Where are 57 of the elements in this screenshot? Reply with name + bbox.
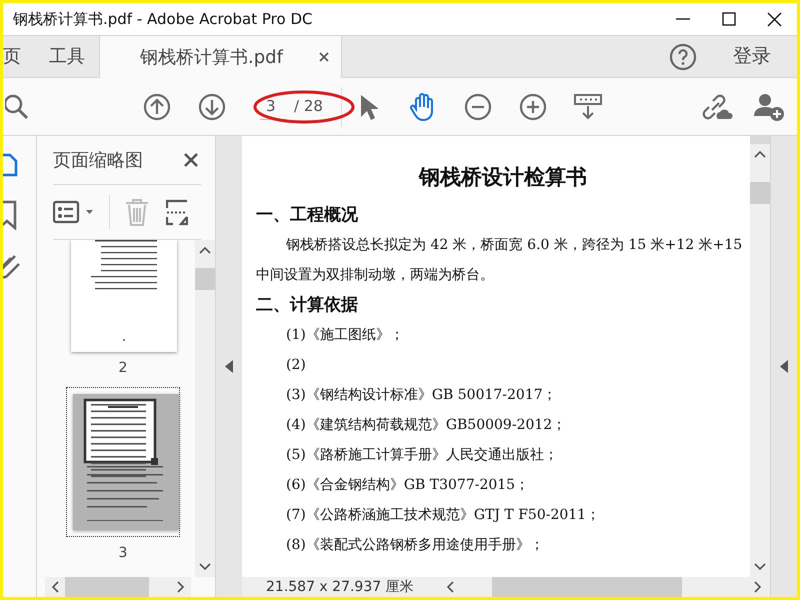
page-number-field[interactable]: 3 — [260, 94, 286, 120]
scroll-right-icon[interactable] — [754, 581, 762, 593]
page-number: 2 — [118, 359, 128, 378]
link-cloud-icon[interactable] — [701, 92, 733, 120]
maximize-icon[interactable] — [720, 10, 736, 28]
close-icon[interactable] — [766, 10, 782, 28]
scrollbar[interactable] — [195, 240, 215, 577]
scroll-left-icon[interactable] — [51, 581, 59, 593]
reference-item: (6)《合金钢结构》GB T3077-2015； — [285, 476, 530, 495]
scrollbar[interactable] — [750, 136, 770, 577]
help-icon[interactable] — [669, 42, 697, 70]
zoom-in-icon[interactable] — [518, 92, 547, 120]
collapse-arrow-icon[interactable] — [224, 360, 234, 374]
paragraph-line: 中间设置为双排制动墩，两端为桥台。 — [256, 266, 495, 285]
collapse-arrow-icon[interactable] — [779, 360, 789, 374]
tab[interactable]: 工具 — [35, 36, 99, 77]
section-heading: 二、计算依据 — [256, 294, 359, 317]
scroll-left-icon[interactable] — [446, 581, 454, 593]
hand-icon[interactable] — [410, 92, 436, 122]
reference-item: (8)《装配式公路钢桥多用途使用手册》； — [285, 536, 545, 555]
extract-pages-icon[interactable] — [166, 198, 188, 226]
reference-item: (7)《公路桥涵施工技术规范》GTJ T F50-2011； — [285, 506, 602, 525]
reference-item: (1)《施工图纸》； — [285, 326, 405, 345]
zoom-out-icon[interactable] — [464, 92, 492, 120]
page-thumbnail[interactable] — [70, 240, 176, 352]
scroll-up-icon[interactable] — [199, 246, 211, 254]
login-button[interactable]: 登录 — [703, 36, 797, 77]
page-thumbnail[interactable] — [73, 394, 179, 530]
tab[interactable]: 页 — [3, 36, 35, 77]
scroll-right-icon[interactable] — [177, 581, 185, 593]
paragraph-line: 钢栈桥搭设总长拟定为 42 米，桥面宽 6.0 米，跨径为 15 米+12 米+15 — [285, 236, 744, 255]
search-icon[interactable] — [5, 92, 29, 120]
scrollbar-thumb[interactable] — [195, 268, 215, 290]
window-title: 钢栈桥计算书.pdf - Adobe Acrobat Pro DC — [12, 8, 314, 30]
scroll-up-icon[interactable] — [754, 150, 766, 158]
scroll-down-icon[interactable] — [754, 563, 766, 571]
up-arrow-circle-icon[interactable] — [143, 92, 171, 120]
document-title: 钢栈桥设计检算书 — [418, 163, 588, 191]
reference-item: (3)《钢结构设计标准》GB 50017-2017； — [285, 386, 558, 405]
scrollbar[interactable] — [45, 577, 191, 597]
section-heading: 一、工程概况 — [256, 204, 359, 227]
keyboard-arrow-icon[interactable] — [574, 92, 602, 120]
page-count: / 28 — [294, 96, 323, 118]
scroll-down-icon[interactable] — [199, 563, 211, 571]
reference-item: (5)《路桥施工计算手册》人民交通出版社； — [285, 446, 559, 465]
close-tab-icon[interactable] — [318, 52, 329, 62]
reference-item: (4)《建筑结构荷载规范》GB50009-2012； — [285, 416, 568, 435]
panel-title: 页面缩略图 — [53, 148, 143, 172]
scrollbar-thumb[interactable] — [750, 182, 770, 204]
tab[interactable]: 钢栈桥计算书.pdf — [99, 36, 342, 78]
page-number: 3 — [118, 544, 128, 563]
close-icon[interactable] — [183, 152, 199, 168]
down-arrow-circle-icon[interactable] — [198, 92, 226, 120]
page-size-text: 21.587 x 27.937 厘米 — [265, 578, 415, 597]
tab-label[interactable]: 钢栈桥计算书.pdf — [140, 44, 283, 70]
scrollbar-thumb[interactable] — [750, 136, 770, 144]
reference-item: (2) — [285, 356, 307, 375]
